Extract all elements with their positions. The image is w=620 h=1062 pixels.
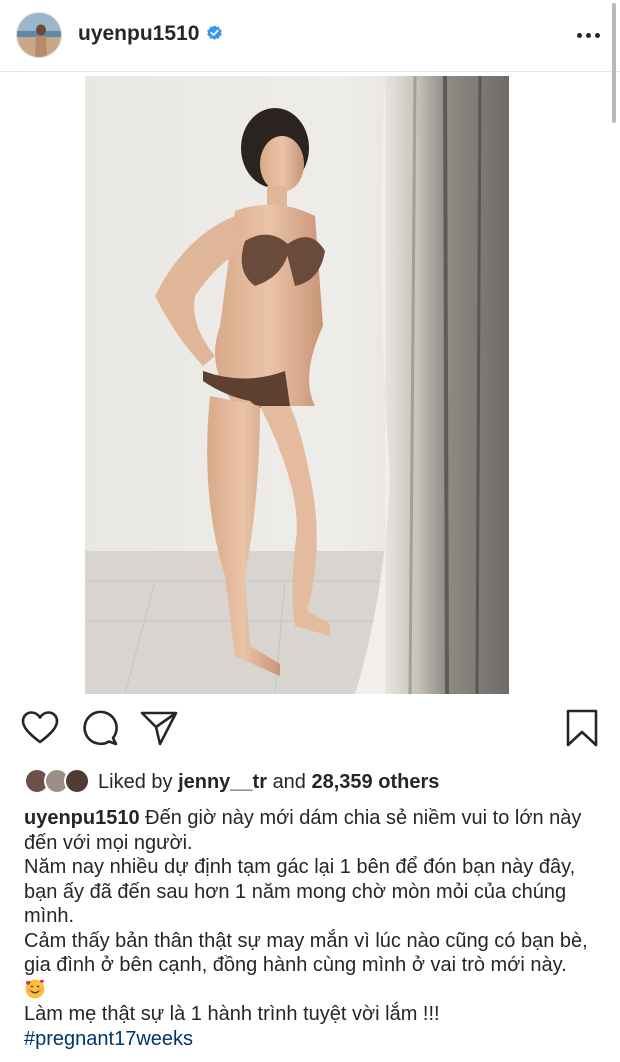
caption-line-3: Cảm thấy bản thân thật sự may mắn vì lúc… [24,929,588,977]
scrollbar[interactable] [612,3,616,123]
liker-avatar [64,768,90,794]
comment-icon[interactable] [79,708,119,748]
caption-line-4: Làm mẹ thật sự là 1 hành trình tuyệt vời… [24,1003,440,1025]
profile-avatar[interactable] [16,12,62,58]
hashtag-link[interactable]: #pregnant17weeks [24,1027,594,1052]
bookmark-icon[interactable] [562,708,602,748]
likes-conjunction: and [272,771,306,793]
caption-username[interactable]: uyenpu1510 [24,807,140,829]
post-header: uyenpu1510 [0,0,620,72]
verified-badge-icon [207,25,222,40]
likes-prefix: Liked by [98,771,173,793]
likes-summary: Liked by jenny__tr and 28,359 others [24,766,604,798]
caption-line-2: Năm nay nhiều dự định tạm gác lại 1 bên … [24,856,576,927]
heart-icon[interactable] [20,708,60,748]
post-actions [0,708,620,754]
more-options-icon[interactable] [577,33,600,38]
smiling-face-with-hearts-icon [25,979,45,998]
post-caption: uyenpu1510 Đến giờ này mới dám chia sẻ n… [24,806,594,1051]
post-photo[interactable] [85,76,509,694]
send-icon[interactable] [139,708,179,748]
post-username[interactable]: uyenpu1510 [78,22,199,46]
likes-count[interactable]: 28,359 others [312,771,440,793]
likes-text: Liked by jenny__tr and 28,359 others [98,771,439,794]
liker-username[interactable]: jenny__tr [178,771,267,793]
liker-avatars[interactable] [24,768,90,796]
